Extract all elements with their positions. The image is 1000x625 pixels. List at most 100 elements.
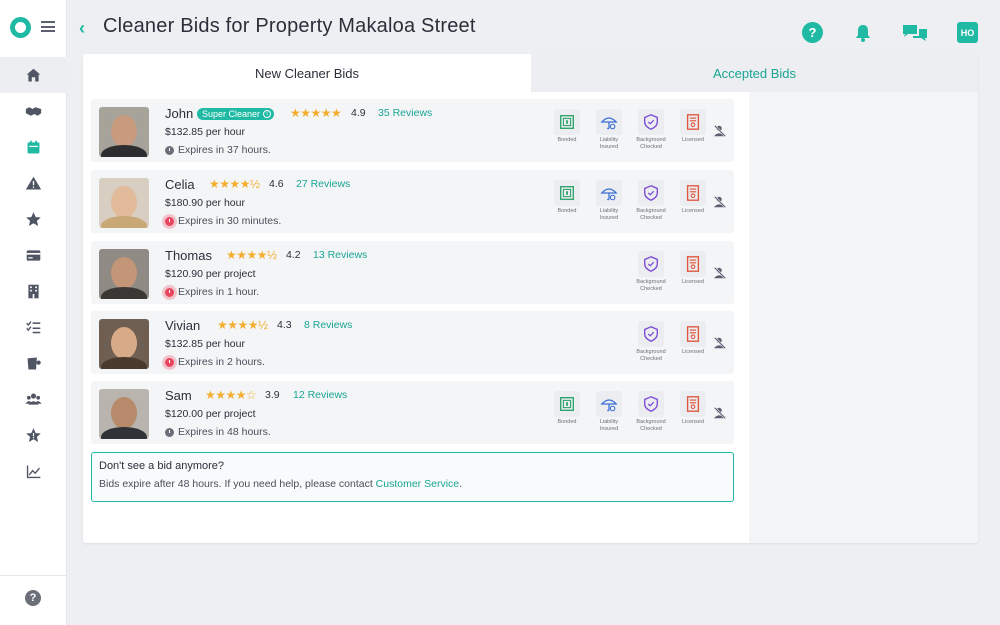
help-button[interactable]: ? [802,22,823,43]
sidebar-item-supplies[interactable] [0,345,67,381]
bid-row-sam[interactable]: Sam ★★★★☆ 3.9 12 Reviews $120.00 per pro… [91,381,734,444]
reviews-link[interactable]: 13 Reviews [313,249,367,261]
star-icon [26,211,41,226]
license-icon [686,114,700,130]
cleaner-name[interactable]: Vivian [165,318,200,333]
sidebar-item-team[interactable] [0,381,67,417]
reviews-link[interactable]: 8 Reviews [304,319,352,331]
rating-stars: ★★★★★ [290,106,342,120]
clock-icon [165,145,174,155]
reviews-link[interactable]: 12 Reviews [293,389,347,401]
rating-value: 4.3 [277,319,292,331]
bid-expiry: Expires in 1 hour. [165,286,259,298]
bonded-icon [560,115,574,129]
bid-row-celia[interactable]: Celia ★★★★½ 4.6 27 Reviews $180.90 per h… [91,170,734,233]
bid-price: $132.85 per hour [165,338,245,350]
sidebar-divider [0,575,67,576]
bid-expiry: Expires in 48 hours. [165,426,271,438]
credential-licensed: Licensed [675,251,711,286]
sidebar-item-issues[interactable] [0,165,67,201]
credential-liability-insured: Liability Insured [591,180,627,221]
notifications-bell-icon[interactable] [852,22,873,43]
hide-bid-icon[interactable] [713,124,727,138]
credential-background-checked: Background Checked [633,391,669,432]
credential-background-checked: Background Checked [633,180,669,221]
sidebar-item-checklists[interactable] [0,309,67,345]
back-chevron-icon[interactable]: ‹ [79,18,85,39]
shield-icon [644,114,658,130]
credential-licensed: Licensed [675,180,711,215]
bonded-icon [560,186,574,200]
expired-bids-notice: Don't see a bid anymore? Bids expire aft… [91,452,734,502]
sidebar-item-payments[interactable] [0,237,67,273]
supplies-icon [27,357,41,369]
bid-price: $132.85 per hour [165,126,245,138]
tab-accepted-bids[interactable]: Accepted Bids [531,54,978,92]
user-avatar[interactable]: HO [957,22,978,43]
rating-stars: ★★★★½ [209,177,260,191]
sidebar-item-ratings[interactable] [0,417,67,453]
hide-bid-icon[interactable] [713,195,727,209]
credential-background-checked: Background Checked [633,251,669,292]
credential-bonded: Bonded [549,180,585,215]
credential-licensed: Licensed [675,391,711,426]
super-cleaner-badge: Super Cleaner i [197,108,275,120]
menu-icon[interactable] [41,21,55,32]
clock-icon [165,287,174,297]
cleaner-photo [99,389,149,439]
bids-card: New Cleaner Bids Accepted Bids John Supe… [83,54,978,543]
clock-icon [165,357,174,367]
bid-row-vivian[interactable]: Vivian ★★★★½ 4.3 8 Reviews $132.85 per h… [91,311,734,374]
bid-expiry: Expires in 37 hours. [165,144,271,156]
credential-bonded: Bonded [549,391,585,426]
hide-bid-icon[interactable] [713,266,727,280]
sidebar-item-properties[interactable] [0,273,67,309]
credential-background-checked: Background Checked [633,321,669,362]
info-icon[interactable]: i [263,110,272,118]
bid-row-thomas[interactable]: Thomas ★★★★½ 4.2 13 Reviews $120.90 per … [91,241,734,304]
customer-service-link[interactable]: Customer Service [376,478,459,490]
credential-liability-insured: Liability Insured [591,391,627,432]
license-icon [686,396,700,412]
sidebar-item-calendar[interactable] [0,129,67,165]
tab-new-cleaner-bids[interactable]: New Cleaner Bids [83,54,531,92]
cleaner-name[interactable]: John [165,106,193,121]
hide-bid-icon[interactable] [713,336,727,350]
credential-licensed: Licensed [675,321,711,356]
sidebar-item-home[interactable] [0,57,67,93]
license-icon [686,256,700,272]
shield-icon [644,326,658,342]
bid-row-john[interactable]: John Super Cleaner i ★★★★★ 4.9 35 Reviews… [91,99,734,162]
page-title: Cleaner Bids for Property Makaloa Street [103,15,476,37]
sidebar-item-reviews[interactable] [0,201,67,237]
bid-price: $120.00 per project [165,408,256,420]
hide-bid-icon[interactable] [713,406,727,420]
bonded-icon [560,397,574,411]
license-icon [686,185,700,201]
messages-icon[interactable] [902,22,928,43]
help-icon[interactable]: ? [25,590,41,606]
cleaner-name[interactable]: Thomas [165,248,212,263]
reviews-link[interactable]: 35 Reviews [378,107,432,119]
cleaner-name[interactable]: Sam [165,388,192,403]
rating-stars: ★★★★½ [226,248,277,262]
notice-text: Bids expire after 48 hours. If you need … [99,478,463,490]
alert-icon [25,176,42,189]
rating-value: 4.9 [351,107,366,119]
credential-background-checked: Background Checked [633,109,669,150]
credential-liability-insured: Liability Insured [591,109,627,150]
handshake-icon [25,106,42,116]
cleaner-name[interactable]: Celia [165,177,195,192]
cleaner-photo [99,319,149,369]
shield-icon [644,185,658,201]
cleaner-photo [99,178,149,228]
reviews-link[interactable]: 27 Reviews [296,178,350,190]
chart-icon [26,465,41,478]
sidebar-item-bids[interactable] [0,93,67,129]
rating-value: 3.9 [265,389,280,401]
shield-icon [644,256,658,272]
app-logo[interactable] [10,17,31,38]
building-icon [28,284,39,298]
sidebar-item-reports[interactable] [0,453,67,489]
rating-value: 4.6 [269,178,284,190]
